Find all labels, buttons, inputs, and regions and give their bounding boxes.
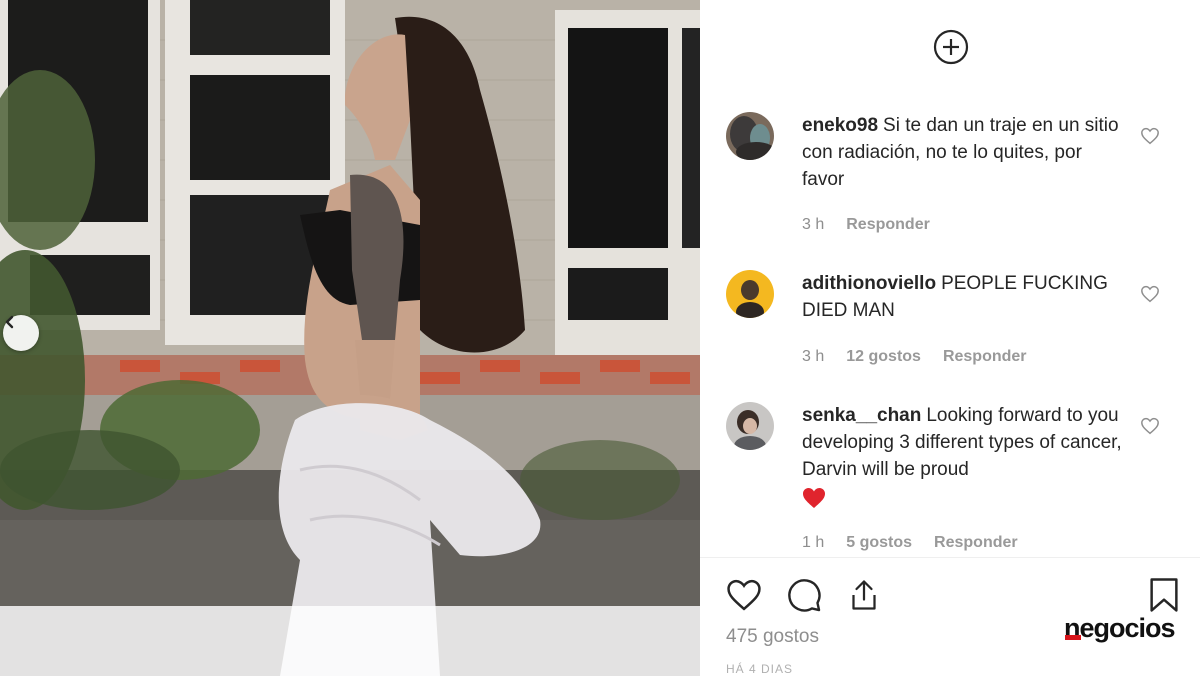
avatar[interactable]	[726, 112, 774, 160]
comment-username[interactable]: adithionoviello	[802, 273, 936, 294]
comment-like-button[interactable]	[1138, 125, 1162, 147]
share-icon	[852, 580, 876, 610]
comment-likes[interactable]: 5 gostos	[846, 534, 912, 552]
comment-time: 1 h	[802, 534, 825, 551]
comment-meta: 1 h 5 gostos Responder	[802, 534, 1018, 552]
chevron-left-icon	[5, 315, 14, 329]
comment-likes[interactable]: 12 gostos	[846, 348, 921, 366]
avatar[interactable]	[726, 402, 774, 450]
comment-meta: 3 h Responder	[802, 216, 930, 234]
heart-icon	[1141, 285, 1159, 303]
comment-like-button[interactable]	[1138, 283, 1162, 305]
reply-button[interactable]: Responder	[943, 348, 1027, 366]
comment-meta: 3 h 12 gostos Responder	[802, 348, 1027, 366]
comment-text: eneko98 Si te dan un traje en un sitio co…	[802, 112, 1122, 193]
comment-username[interactable]: senka__chan	[802, 405, 921, 426]
comment-text: adithionoviello PEOPLE FUCKING DIED MAN	[802, 270, 1122, 324]
reply-button[interactable]: Responder	[846, 216, 930, 234]
post-actions	[700, 573, 1200, 617]
comment-time: 3 h	[802, 348, 825, 365]
comment-text: senka__chan Looking forward to you develo…	[802, 402, 1122, 509]
new-post-button[interactable]	[933, 29, 969, 65]
comment-time: 3 h	[802, 216, 825, 233]
reply-button[interactable]: Responder	[934, 534, 1018, 552]
comment-icon	[788, 579, 821, 612]
heart-icon	[727, 579, 761, 611]
avatar[interactable]	[726, 270, 774, 318]
likes-count[interactable]: 475 gostos	[726, 626, 819, 648]
post-image	[0, 0, 700, 676]
watermark-accent	[1065, 635, 1081, 640]
post-date: HÁ 4 DIAS	[726, 662, 794, 676]
photo-overlay	[0, 606, 700, 676]
like-button[interactable]	[722, 573, 766, 617]
comment-username[interactable]: eneko98	[802, 115, 878, 136]
post-photo	[0, 0, 700, 676]
red-heart-emoji	[803, 488, 825, 508]
divider	[700, 557, 1200, 558]
carousel-prev-button[interactable]	[3, 315, 39, 351]
heart-icon	[1141, 417, 1159, 435]
bookmark-icon	[1150, 578, 1178, 612]
comment-like-button[interactable]	[1138, 415, 1162, 437]
plus-circle-icon	[933, 29, 969, 65]
comment-button[interactable]	[782, 573, 826, 617]
heart-icon	[1141, 127, 1159, 145]
share-button[interactable]	[842, 573, 886, 617]
post-panel: eneko98 Si te dan un traje en un sitio co…	[700, 0, 1200, 676]
save-button[interactable]	[1142, 573, 1186, 617]
